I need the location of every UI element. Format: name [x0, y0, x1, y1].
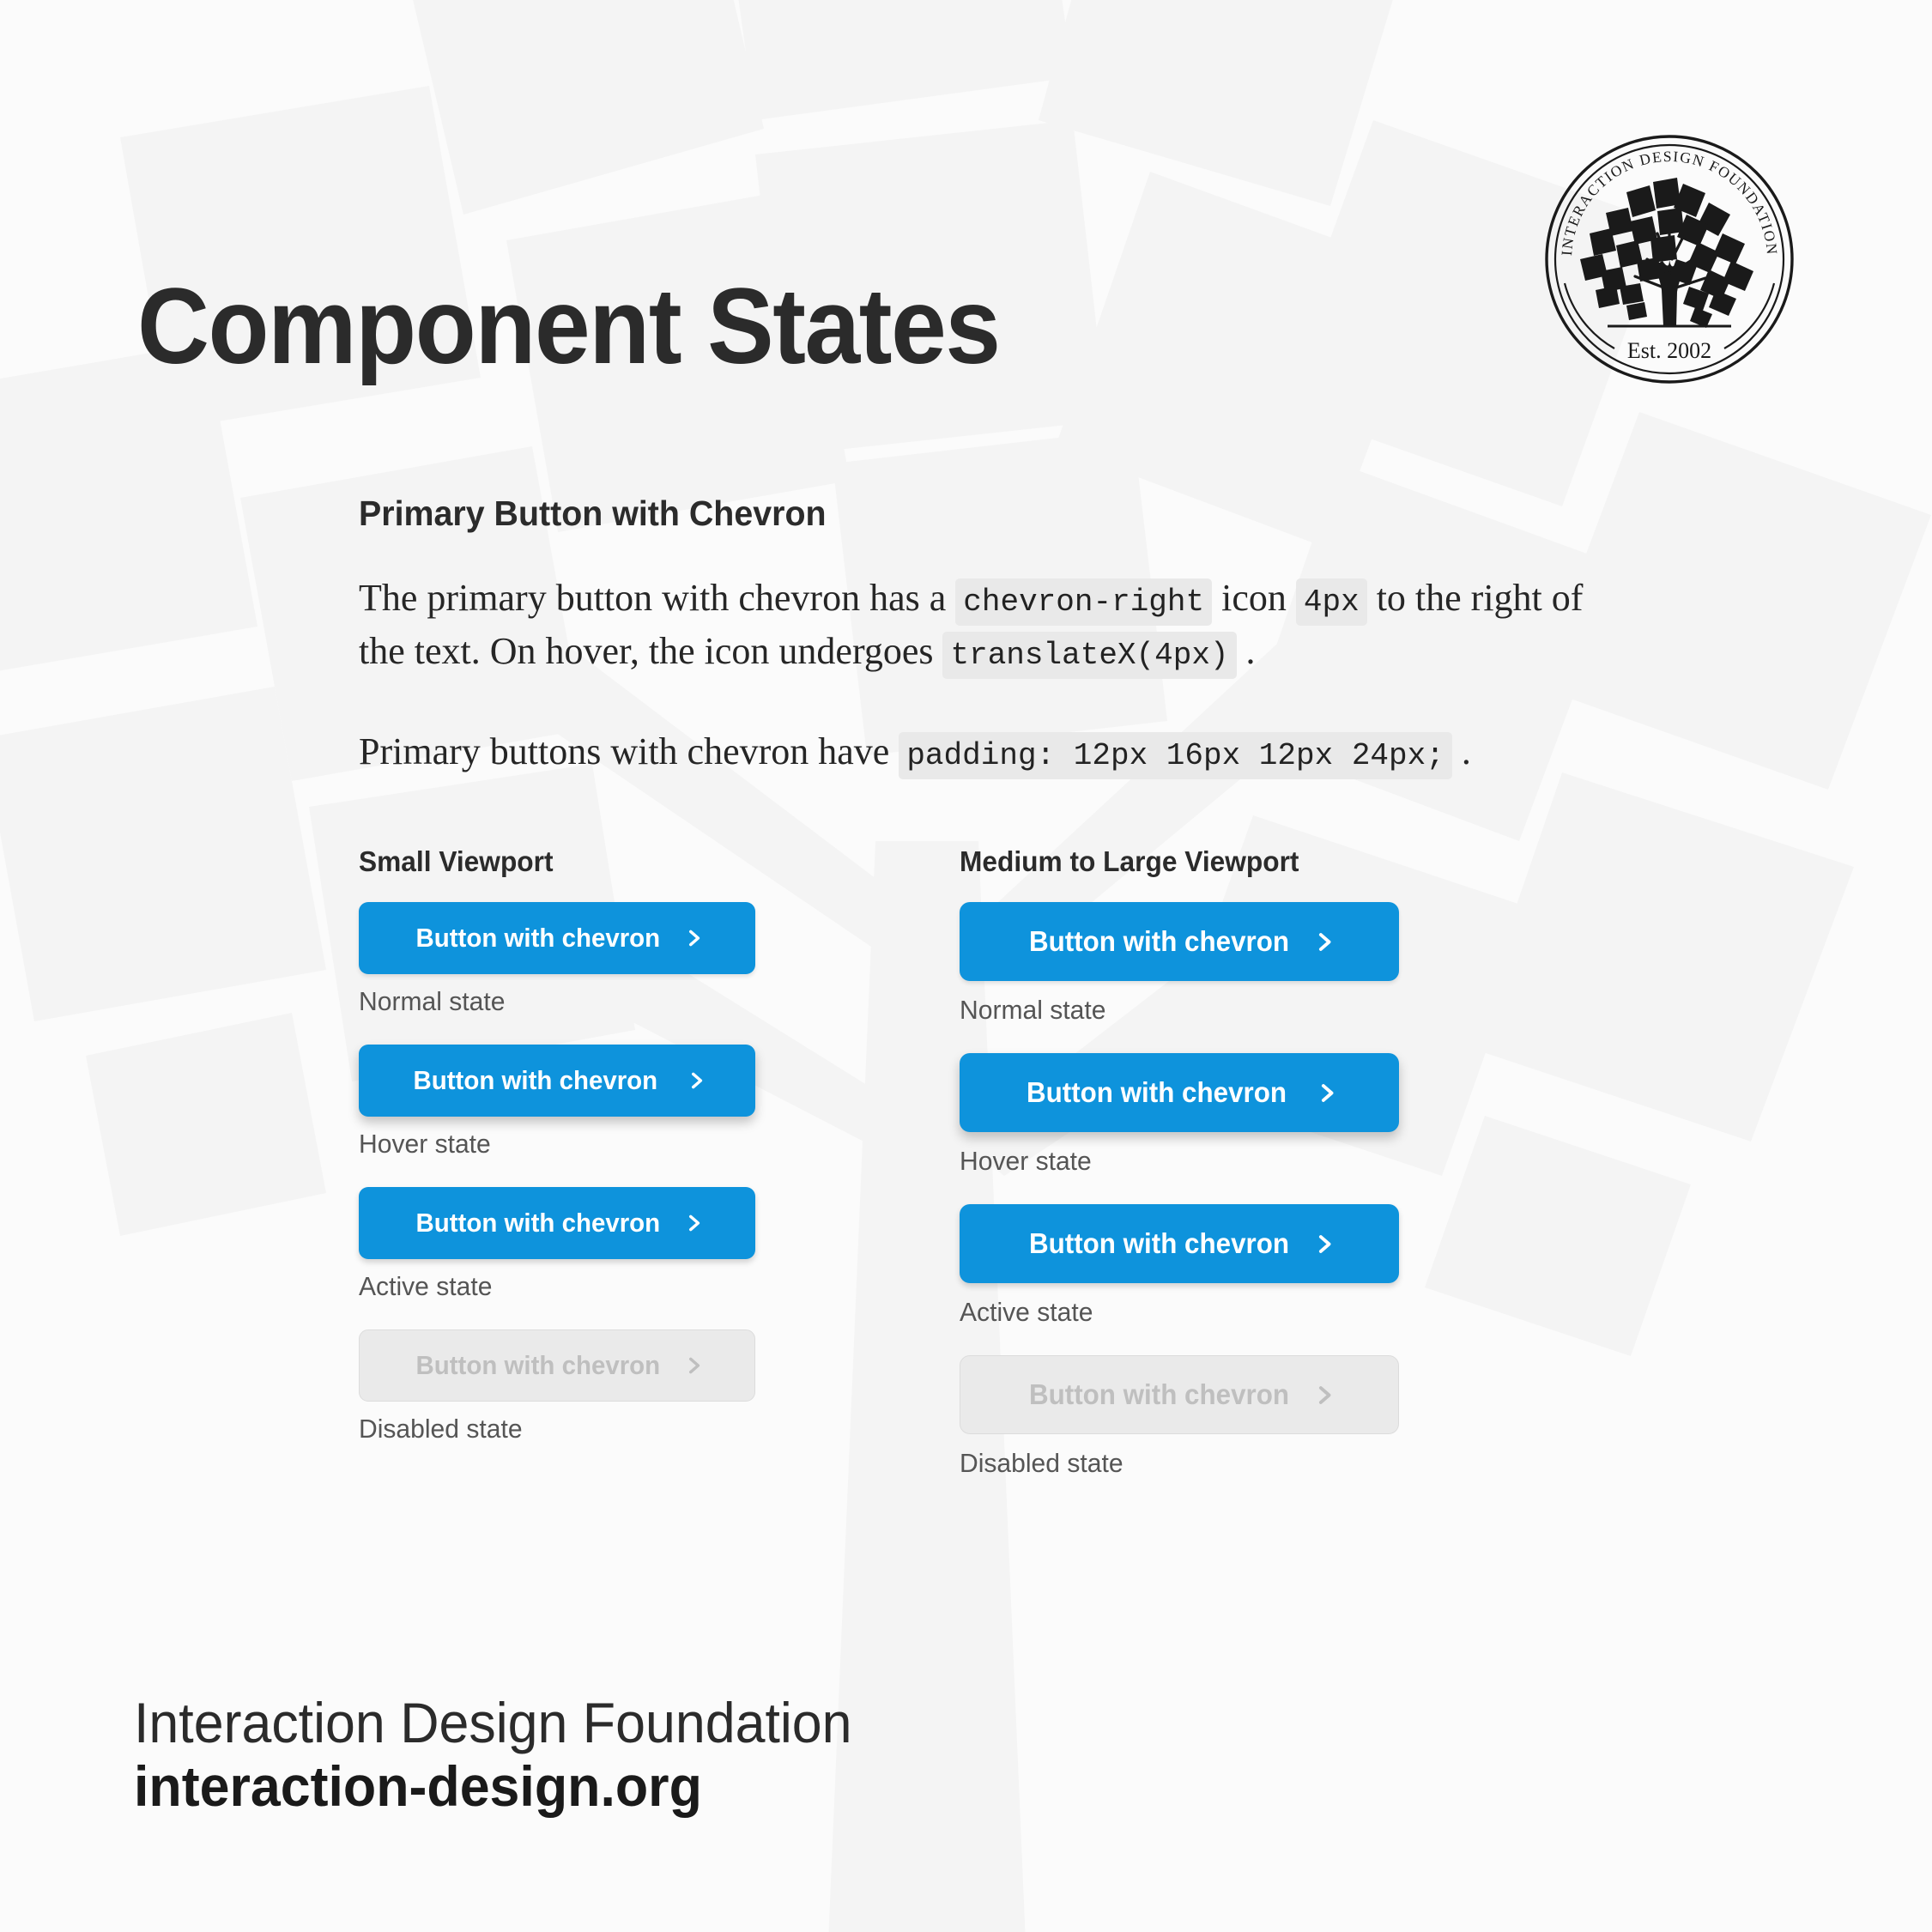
state-caption: Normal state	[359, 986, 506, 1016]
paragraph1-part4: .	[1236, 630, 1256, 673]
state-block-normal-small: Button with chevron Normal state	[359, 902, 882, 1017]
button-with-chevron-normal-small[interactable]: Button with chevron	[359, 902, 755, 974]
paragraph2-part1: Primary buttons with chevron have	[359, 730, 899, 772]
paragraph2-part2: .	[1451, 730, 1471, 772]
state-block-hover-large: Button with chevron Hover state	[960, 1053, 1492, 1177]
button-label: Button with chevron	[1028, 1378, 1290, 1410]
state-block-active-large: Button with chevron Active state	[960, 1204, 1492, 1328]
button-with-chevron-disabled-large: Button with chevron	[960, 1355, 1399, 1434]
button-label: Button with chevron	[415, 923, 661, 953]
paragraph1-part1: The primary button with chevron has a	[359, 577, 956, 619]
button-label: Button with chevron	[1026, 1076, 1287, 1108]
code-4px: 4px	[1295, 578, 1367, 626]
chevron-right-icon	[1311, 1383, 1336, 1408]
button-label: Button with chevron	[413, 1065, 658, 1095]
button-with-chevron-hover-large[interactable]: Button with chevron	[960, 1053, 1399, 1132]
state-block-hover-small: Button with chevron Hover state	[359, 1045, 882, 1160]
button-label: Button with chevron	[415, 1208, 661, 1238]
chevron-right-icon	[682, 927, 705, 949]
state-caption: Hover state	[960, 1146, 1092, 1176]
code-chevron-right: chevron-right	[955, 578, 1213, 626]
state-block-disabled-large: Button with chevron Disabled state	[960, 1355, 1492, 1479]
button-label: Button with chevron	[1028, 925, 1290, 957]
state-caption: Disabled state	[960, 1448, 1123, 1478]
chevron-right-icon	[682, 1354, 705, 1377]
slide-canvas: Component States INTERACTION DESIGN FOUN…	[0, 0, 1932, 1932]
chevron-right-icon	[1311, 1232, 1336, 1257]
state-caption: Normal state	[960, 995, 1106, 1025]
button-with-chevron-active-small[interactable]: Button with chevron	[359, 1187, 755, 1259]
state-block-active-small: Button with chevron Active state	[359, 1187, 882, 1302]
paragraph-chevron-description: The primary button with chevron has a ch…	[359, 572, 1595, 680]
button-with-chevron-active-large[interactable]: Button with chevron	[960, 1204, 1399, 1283]
chevron-right-icon	[1314, 1081, 1339, 1105]
chevron-right-icon	[685, 1069, 707, 1092]
chevron-right-icon	[1311, 930, 1336, 954]
state-block-normal-large: Button with chevron Normal state	[960, 902, 1492, 1026]
column-small-viewport: Small Viewport Button with chevron Norma…	[359, 845, 882, 1479]
code-translatex: translateX(4px)	[942, 632, 1237, 680]
footer-website[interactable]: interaction-design.org	[134, 1754, 852, 1819]
state-caption: Hover state	[359, 1129, 491, 1159]
state-caption: Disabled state	[359, 1414, 523, 1444]
button-label: Button with chevron	[1028, 1227, 1290, 1259]
state-caption: Active state	[960, 1297, 1093, 1327]
button-with-chevron-disabled-small: Button with chevron	[359, 1329, 755, 1402]
button-with-chevron-hover-small[interactable]: Button with chevron	[359, 1045, 755, 1117]
column-medium-large-viewport: Medium to Large Viewport Button with che…	[960, 845, 1492, 1479]
viewport-columns: Small Viewport Button with chevron Norma…	[359, 845, 1629, 1479]
column-title-medium-large-viewport: Medium to Large Viewport	[960, 845, 1299, 877]
content-column: Primary Button with Chevron The primary …	[359, 494, 1629, 779]
chevron-right-icon	[682, 1212, 705, 1234]
column-title-small-viewport: Small Viewport	[359, 845, 554, 877]
paragraph-padding-description: Primary buttons with chevron have paddin…	[359, 725, 1595, 779]
paragraph1-part2: icon	[1212, 577, 1296, 619]
footer-organisation: Interaction Design Foundation	[134, 1691, 852, 1755]
state-caption: Active state	[359, 1271, 493, 1301]
button-label: Button with chevron	[415, 1350, 661, 1380]
ixdf-tree-seal-logo: INTERACTION DESIGN FOUNDATION Est. 2002	[1545, 135, 1794, 384]
page-title: Component States	[137, 266, 1001, 386]
code-padding: padding: 12px 16px 12px 24px;	[899, 731, 1452, 779]
state-block-disabled-small: Button with chevron Disabled state	[359, 1329, 882, 1444]
section-heading: Primary Button with Chevron	[359, 494, 827, 533]
button-with-chevron-normal-large[interactable]: Button with chevron	[960, 902, 1399, 981]
footer: Interaction Design Foundation interactio…	[134, 1691, 890, 1819]
logo-established-text: Est. 2002	[1627, 338, 1711, 363]
